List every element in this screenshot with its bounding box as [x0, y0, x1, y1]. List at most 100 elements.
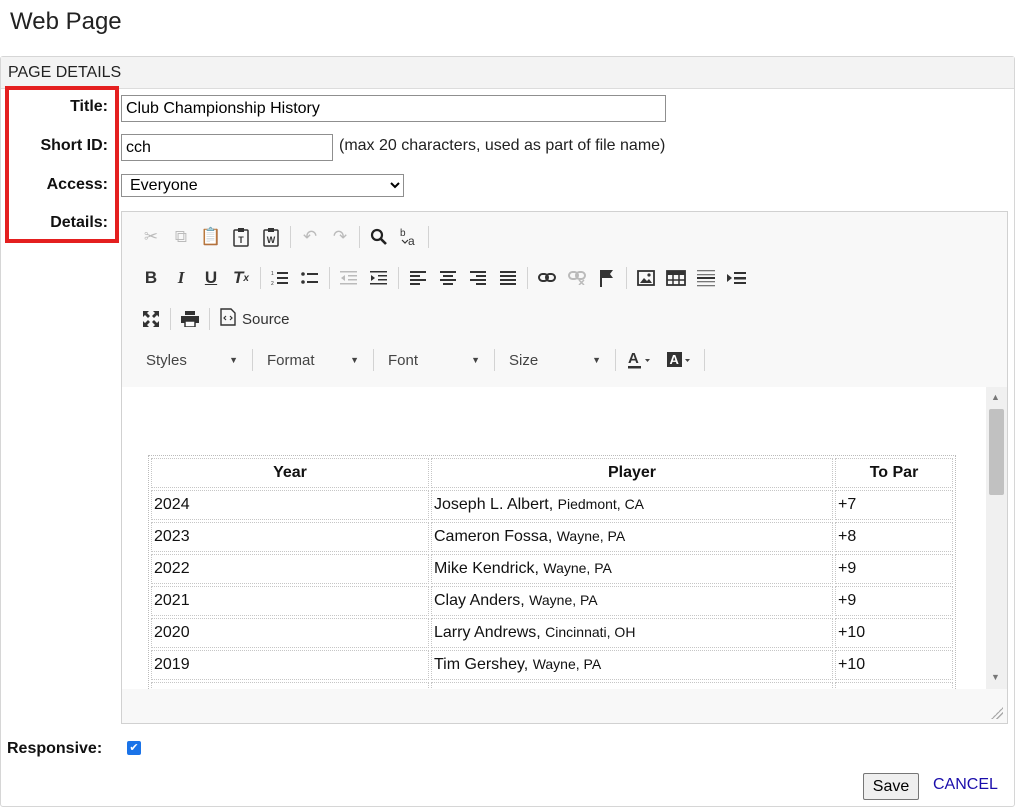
player-location: Wayne, PA [556, 528, 626, 544]
scroll-up-arrow-icon[interactable]: ▲ [991, 392, 1000, 402]
table-icon[interactable] [661, 264, 691, 292]
justify-icon[interactable] [493, 264, 523, 292]
remove-format-icon[interactable]: Tx [226, 264, 256, 292]
bold-icon[interactable]: B [136, 264, 166, 292]
toolbar-row-3: Source [136, 304, 296, 334]
responsive-checkbox[interactable]: ✔ [127, 741, 141, 755]
save-button[interactable]: Save [863, 773, 919, 800]
toolbar-separator [290, 226, 291, 248]
numbered-list-icon[interactable]: 12 [265, 264, 295, 292]
table-row: 2022 Mike Kendrick, Wayne, PA +9 [151, 554, 953, 584]
bulleted-list-icon[interactable] [295, 264, 325, 292]
cell-player: Tim Gershey, Wayne, PA [431, 650, 833, 680]
toolbar-separator [398, 267, 399, 289]
cell-year: 2022 [151, 554, 429, 584]
player-location: Cincinnati, OH [545, 624, 636, 640]
title-input[interactable] [121, 95, 666, 122]
styles-combo[interactable]: Styles ▼ [136, 346, 248, 374]
size-combo[interactable]: Size ▼ [499, 346, 611, 374]
paste-icon[interactable]: 📋 [196, 223, 226, 251]
cut-icon[interactable]: ✂ [136, 223, 166, 251]
cell-player: Cameron Fossa, Wayne, PA [431, 522, 833, 552]
source-button[interactable]: Source [214, 308, 296, 330]
svg-text:A: A [670, 352, 680, 367]
paste-text-icon[interactable]: T [226, 223, 256, 251]
paste-word-icon[interactable]: W [256, 223, 286, 251]
editor-content[interactable]: Year Player To Par 2024 Joseph L. Albert… [122, 387, 986, 689]
table-row [151, 682, 953, 689]
format-combo[interactable]: Format ▼ [257, 346, 369, 374]
svg-text:b: b [400, 228, 406, 239]
checkmark-icon: ✔ [129, 741, 139, 754]
align-right-icon[interactable] [463, 264, 493, 292]
title-label: Title: [70, 98, 108, 115]
undo-icon[interactable]: ↶ [295, 223, 325, 251]
copy-icon[interactable]: ⧉ [166, 223, 196, 251]
cell-year: 2024 [151, 490, 429, 520]
table-row: 2019 Tim Gershey, Wayne, PA +10 [151, 650, 953, 680]
resize-grip-icon[interactable] [991, 707, 1003, 719]
chevron-down-icon: ▼ [592, 355, 601, 365]
editor-scrollbar[interactable]: ▲ ▼ [986, 387, 1007, 689]
access-select[interactable]: Everyone [121, 174, 404, 197]
maximize-icon[interactable] [136, 305, 166, 333]
cell-player: Clay Anders, Wayne, PA [431, 586, 833, 616]
background-color-icon[interactable]: A [660, 346, 700, 374]
chevron-down-icon: ▼ [229, 355, 238, 365]
player-name: Larry Andrews, [434, 624, 541, 641]
cell-to-par: +7 [835, 490, 953, 520]
page-break-icon[interactable] [721, 264, 751, 292]
unlink-icon[interactable] [562, 264, 592, 292]
table-header-row: Year Player To Par [151, 458, 953, 488]
cancel-link[interactable]: CANCEL [933, 776, 998, 794]
decrease-indent-icon[interactable] [334, 264, 364, 292]
link-icon[interactable] [532, 264, 562, 292]
table-row: 2024 Joseph L. Albert, Piedmont, CA +7 [151, 490, 953, 520]
align-left-icon[interactable] [403, 264, 433, 292]
toolbar-separator [527, 267, 528, 289]
align-center-icon[interactable] [433, 264, 463, 292]
cell-to-par: +9 [835, 554, 953, 584]
short-id-input[interactable] [121, 134, 333, 161]
format-combo-label: Format [267, 351, 315, 369]
replace-icon[interactable]: ba [394, 223, 424, 251]
horizontal-line-icon[interactable] [691, 264, 721, 292]
player-location: Wayne, PA [529, 592, 598, 608]
toolbar-separator [704, 349, 705, 371]
toolbar-separator [359, 226, 360, 248]
toolbar-separator [329, 267, 330, 289]
find-icon[interactable] [364, 223, 394, 251]
table-row: 2020 Larry Andrews, Cincinnati, OH +10 [151, 618, 953, 648]
player-location: Wayne, PA [532, 656, 602, 672]
scroll-down-arrow-icon[interactable]: ▼ [991, 672, 1000, 682]
toolbar-separator [260, 267, 261, 289]
short-id-label: Short ID: [40, 137, 108, 154]
toolbar-row-4: Styles ▼ Format ▼ Font ▼ Size ▼ A A [136, 345, 709, 375]
print-icon[interactable] [175, 305, 205, 333]
cell-player: Joseph L. Albert, Piedmont, CA [431, 490, 833, 520]
anchor-flag-icon[interactable] [592, 264, 622, 292]
table-row: 2021 Clay Anders, Wayne, PA +9 [151, 586, 953, 616]
underline-icon[interactable]: U [196, 264, 226, 292]
svg-text:2: 2 [271, 281, 274, 286]
short-id-hint: (max 20 characters, used as part of file… [339, 137, 666, 154]
redo-icon[interactable]: ↷ [325, 223, 355, 251]
image-icon[interactable] [631, 264, 661, 292]
header-to-par: To Par [835, 458, 953, 488]
toolbar-row-2: B I U Tx 12 [136, 263, 751, 293]
toolbar-separator [252, 349, 253, 371]
scroll-thumb[interactable] [989, 409, 1004, 495]
italic-icon[interactable]: I [166, 264, 196, 292]
panel-header: PAGE DETAILS [1, 57, 1014, 89]
table-row: 2023 Cameron Fossa, Wayne, PA +8 [151, 522, 953, 552]
font-combo[interactable]: Font ▼ [378, 346, 490, 374]
player-name: Cameron Fossa, [434, 528, 553, 545]
header-player: Player [431, 458, 833, 488]
championship-table: Year Player To Par 2024 Joseph L. Albert… [148, 455, 956, 689]
page-title: Web Page [10, 8, 122, 35]
increase-indent-icon[interactable] [364, 264, 394, 292]
cell-to-par: +9 [835, 586, 953, 616]
cell-year: 2021 [151, 586, 429, 616]
chevron-down-icon: ▼ [471, 355, 480, 365]
text-color-icon[interactable]: A [620, 346, 660, 374]
